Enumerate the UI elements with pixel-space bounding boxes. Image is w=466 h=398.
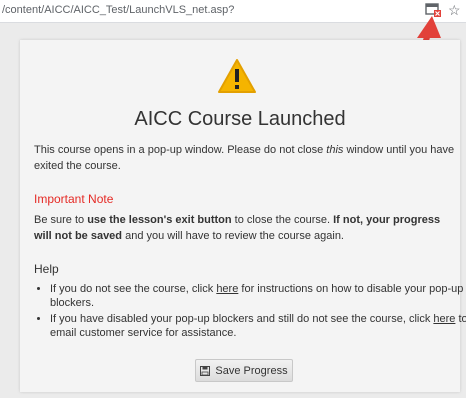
- help-list: If you do not see the course, click here…: [34, 282, 466, 342]
- help-heading: Help: [34, 262, 59, 276]
- popup-instructions-link[interactable]: here: [216, 283, 238, 295]
- important-note-text: Be sure to use the lesson's exit button …: [34, 214, 441, 242]
- star-icon[interactable]: ☆: [448, 1, 461, 19]
- save-icon: [200, 365, 211, 376]
- email-support-link[interactable]: here: [433, 313, 455, 325]
- save-progress-label: Save Progress: [215, 364, 288, 377]
- intro-emphasis: this: [326, 144, 344, 156]
- list-item: If you do not see the course, click here…: [50, 282, 466, 310]
- address-bar[interactable]: /content/AICC/AICC_Test/LaunchVLS_net.as…: [0, 0, 466, 23]
- list-item: If you have disabled your pop-up blocker…: [50, 312, 466, 340]
- page-title: AICC Course Launched: [134, 108, 346, 130]
- intro-text: This course opens in a pop-up window. Pl…: [34, 144, 455, 172]
- url-text[interactable]: /content/AICC/AICC_Test/LaunchVLS_net.as…: [2, 4, 234, 16]
- warning-icon: [218, 59, 256, 93]
- important-note-heading: Important Note: [34, 192, 114, 206]
- save-progress-button[interactable]: Save Progress: [195, 359, 293, 382]
- popup-blocked-icon[interactable]: [425, 3, 441, 17]
